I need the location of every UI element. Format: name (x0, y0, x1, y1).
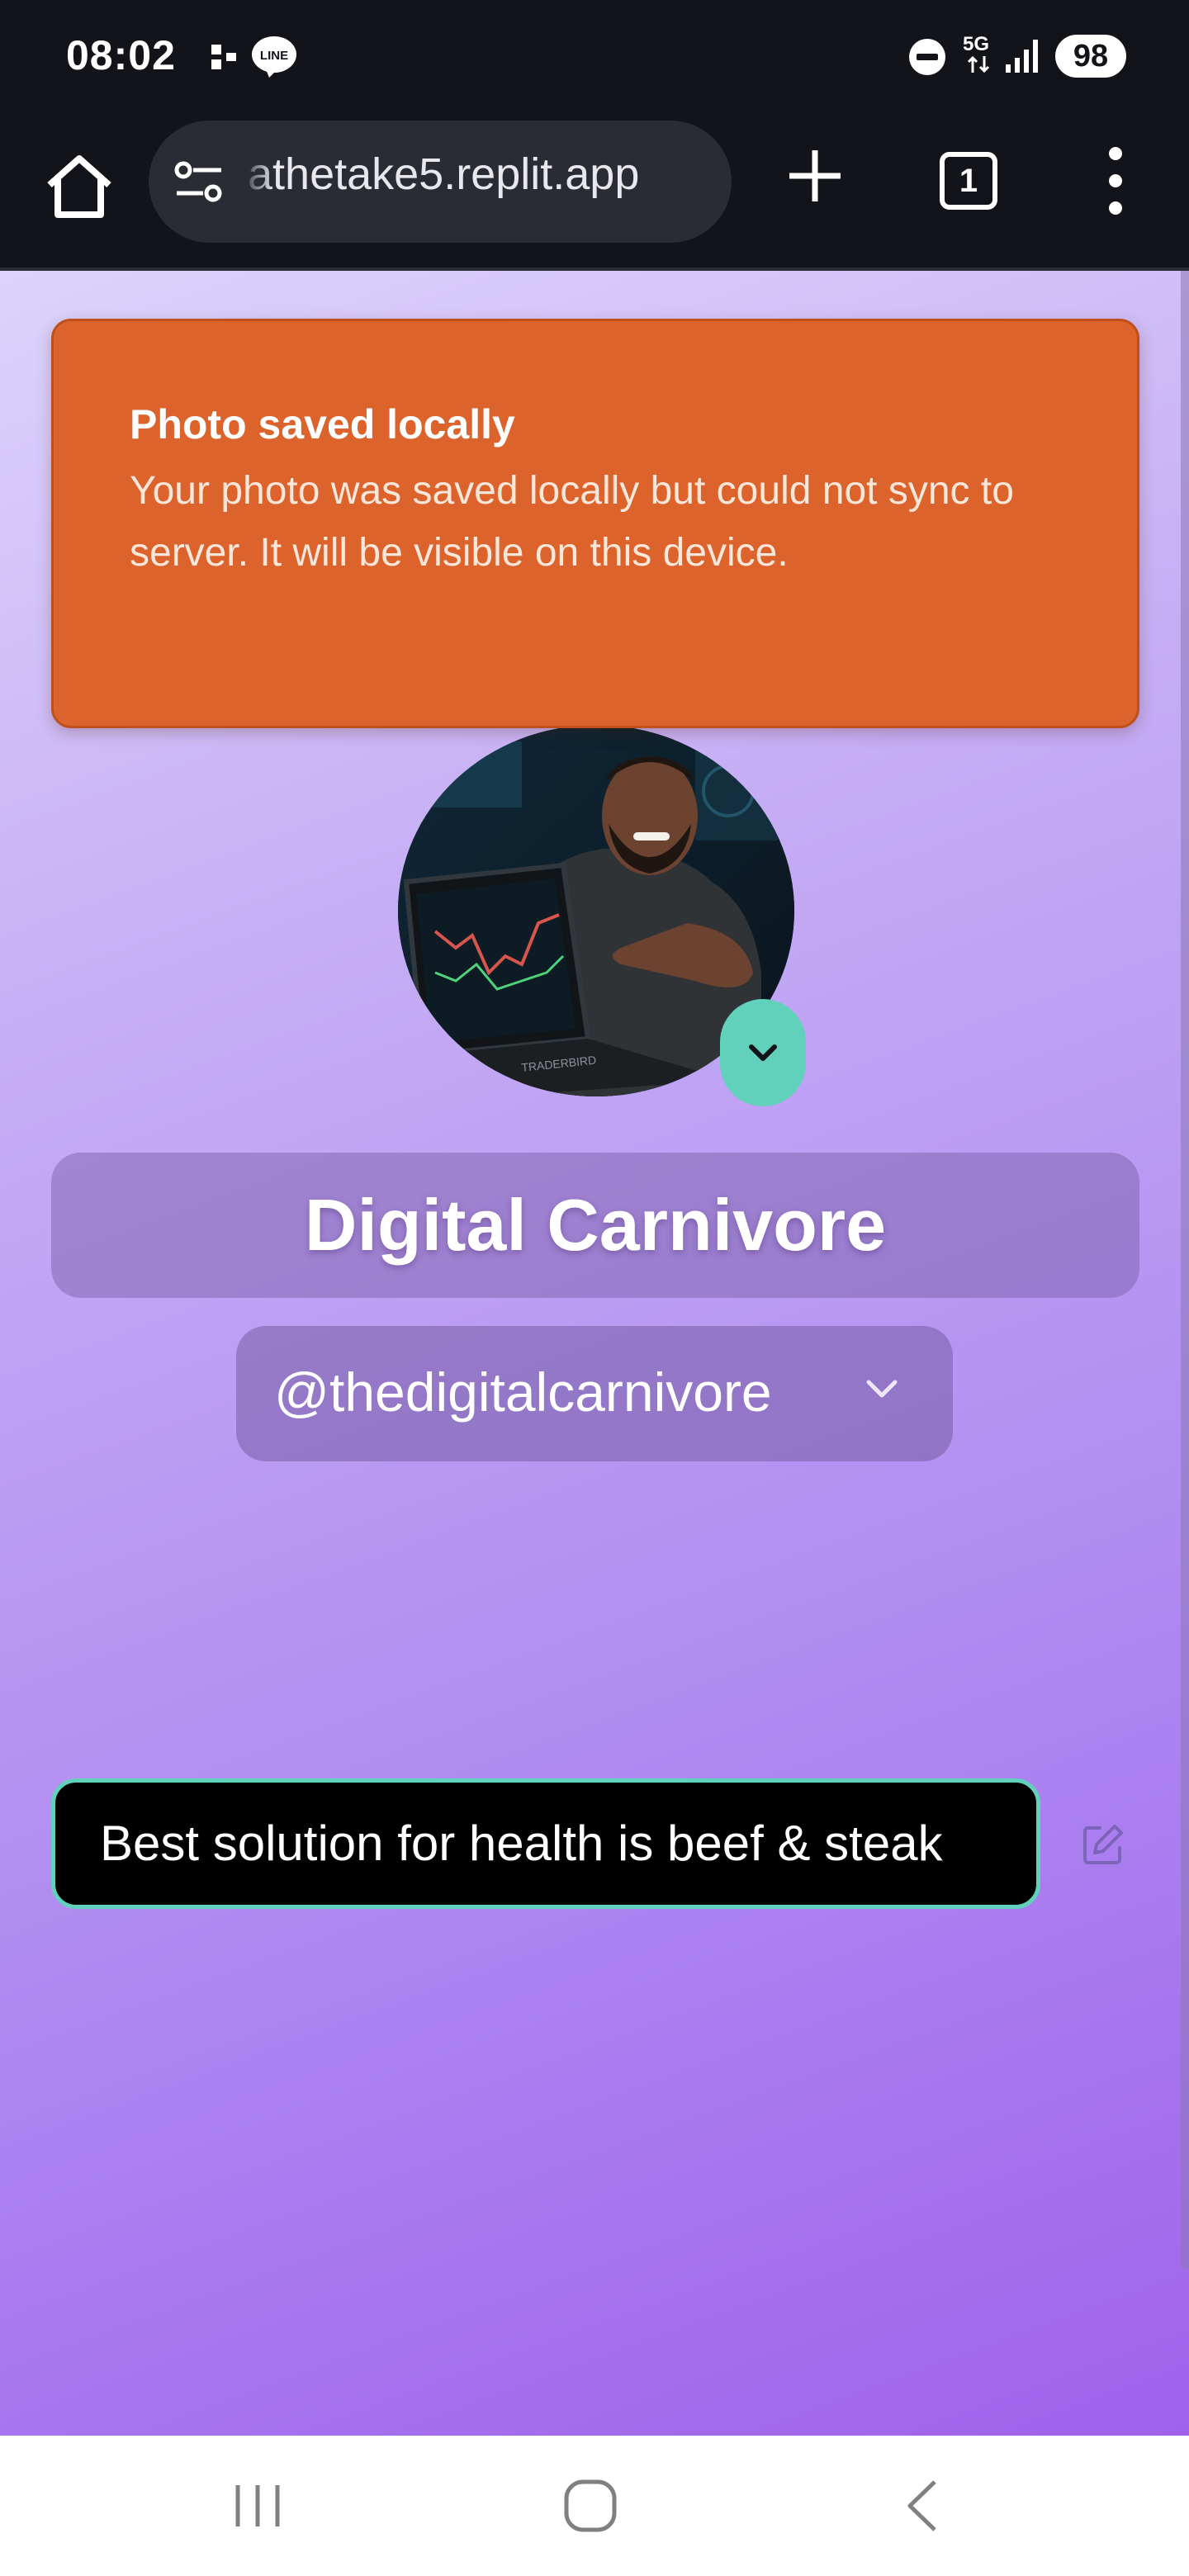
signal-icon (1006, 40, 1038, 73)
site-settings-icon[interactable] (173, 159, 225, 205)
handle-selector[interactable]: @thedigitalcarnivore (236, 1326, 953, 1461)
dnd-icon (909, 39, 945, 75)
chevron-down-icon (749, 1044, 777, 1061)
svg-text:LINE: LINE (260, 49, 288, 63)
system-nav-bar (0, 2436, 1189, 2576)
url-fade (241, 121, 274, 243)
line-app-icon: LINE (252, 36, 296, 78)
display-name-field[interactable]: Digital Carnivore (51, 1153, 1139, 1298)
more-menu-icon[interactable] (1106, 144, 1125, 218)
tab-switcher-button[interactable]: 1 (940, 152, 997, 210)
scrollbar[interactable] (1181, 271, 1189, 2269)
data-arrows-icon (967, 55, 990, 73)
edit-icon[interactable] (1082, 1823, 1125, 1866)
avatar-menu-button[interactable] (720, 999, 806, 1106)
cast-icon (211, 45, 236, 69)
toast-message: Your photo was saved locally but could n… (130, 469, 1014, 575)
chevron-down-icon (866, 1380, 898, 1398)
sync-warning-toast[interactable]: Photo saved locally Your photo was saved… (51, 319, 1139, 728)
home-icon[interactable] (561, 2479, 619, 2533)
status-bar: 08:02 LINE 5G 98 (0, 0, 1189, 112)
clock: 08:02 (66, 32, 176, 78)
back-icon[interactable] (902, 2479, 943, 2533)
home-icon[interactable] (41, 149, 117, 225)
new-tab-icon[interactable] (781, 142, 849, 210)
recents-icon[interactable] (228, 2479, 287, 2533)
url-text[interactable]: athetake5.replit.app (248, 149, 639, 200)
url-bar[interactable]: athetake5.replit.app (149, 121, 732, 243)
bio-field[interactable]: Best solution for health is beef & steak (51, 1778, 1040, 1909)
browser-toolbar: athetake5.replit.app 1 (0, 112, 1189, 271)
battery-indicator: 98 (1055, 35, 1126, 78)
profile-page: TRADERBIRD Photo saved locally Your phot… (0, 271, 1189, 2436)
toast-title: Photo saved locally (130, 401, 515, 447)
handle-text: @thedigitalcarnivore (274, 1361, 772, 1423)
network-type: 5G (963, 33, 990, 55)
